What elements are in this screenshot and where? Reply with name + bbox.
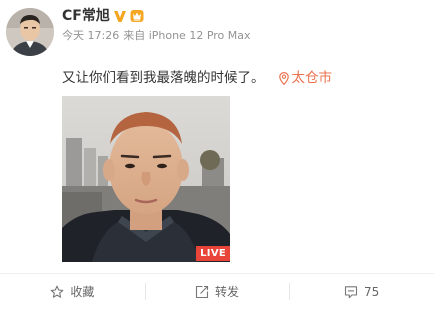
post-source: 来自 iPhone 12 Pro Max (123, 29, 251, 42)
favorite-button[interactable]: 收藏 (0, 274, 145, 309)
repost-label: 转发 (215, 285, 240, 299)
post-body: 又让你们看到我最落魄的时候了。 太仓市 (62, 69, 332, 87)
avatar[interactable] (6, 8, 54, 56)
username[interactable]: CF常旭 (62, 7, 110, 25)
location-pin-icon (278, 71, 289, 85)
post-text: 又让你们看到我最落魄的时候了。 (62, 70, 265, 86)
repost-button[interactable]: 转发 (144, 274, 290, 309)
live-photo-badge: LIVE (196, 246, 230, 261)
location-link[interactable]: 太仓市 (278, 69, 333, 87)
star-icon (50, 285, 64, 298)
vip-crown-icon[interactable] (130, 9, 144, 23)
post-timestamp[interactable]: 今天 17:26 (62, 29, 119, 43)
comment-button[interactable]: 75 (289, 274, 434, 309)
post-author[interactable]: CF常旭 (62, 7, 144, 25)
comment-icon (344, 285, 358, 298)
location-label: 太仓市 (291, 70, 333, 86)
repost-icon (195, 285, 209, 298)
favorite-label: 收藏 (70, 285, 95, 299)
post-photo[interactable]: LIVE (62, 96, 230, 262)
post-meta: 今天 17:26 来自 iPhone 12 Pro Max (62, 29, 251, 43)
post-actions-bar: 收藏 转发 75 (0, 274, 434, 309)
verified-v-icon (113, 9, 127, 23)
comment-count: 75 (364, 284, 380, 299)
